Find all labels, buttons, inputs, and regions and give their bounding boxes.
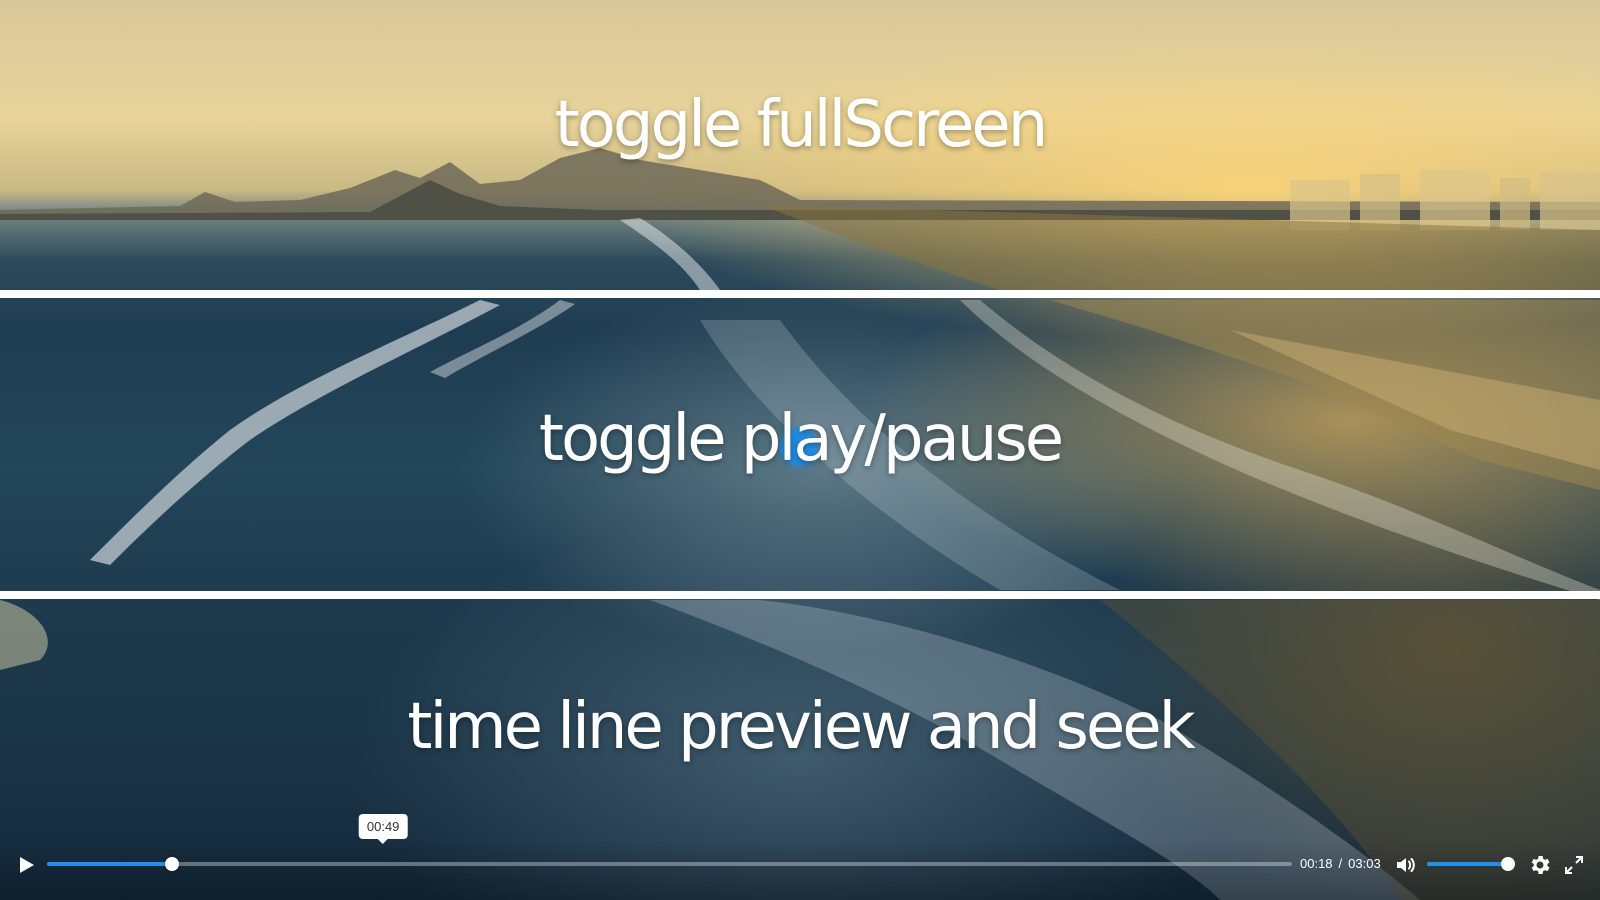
volume-slider-fill	[1427, 862, 1508, 866]
video-player[interactable]: toggle fullScreen toggle play/pause time…	[0, 0, 1600, 900]
duration-time: 03:03	[1348, 856, 1381, 871]
volume-slider[interactable]	[1427, 857, 1515, 871]
divider-bottom	[0, 591, 1600, 599]
volume-slider-handle[interactable]	[1500, 857, 1515, 871]
settings-button[interactable]	[1528, 853, 1552, 877]
seek-bar-progress	[47, 862, 172, 866]
seek-bar-handle[interactable]	[164, 857, 179, 871]
control-bar: 00:49 00:18 / 03:03	[0, 814, 1600, 900]
playpause-hint-label[interactable]: toggle play/pause	[0, 402, 1600, 476]
gear-icon	[1531, 856, 1550, 874]
divider-top	[0, 290, 1600, 298]
fullscreen-icon	[1565, 856, 1583, 874]
seek-preview-tooltip: 00:49	[358, 814, 408, 844]
fullscreen-button[interactable]	[1562, 853, 1586, 877]
time-separator: /	[1338, 856, 1343, 871]
volume-icon	[1397, 858, 1415, 872]
seek-hint-label[interactable]: time line preview and seek	[0, 690, 1600, 764]
play-icon	[20, 857, 34, 873]
play-button[interactable]	[14, 853, 38, 877]
fullscreen-hint-label[interactable]: toggle fullScreen	[0, 88, 1600, 162]
time-display: 00:18 / 03:03	[1300, 856, 1381, 871]
current-time: 00:18	[1300, 856, 1333, 871]
seek-bar[interactable]: 00:49	[47, 814, 1292, 871]
volume-button[interactable]	[1394, 853, 1418, 877]
